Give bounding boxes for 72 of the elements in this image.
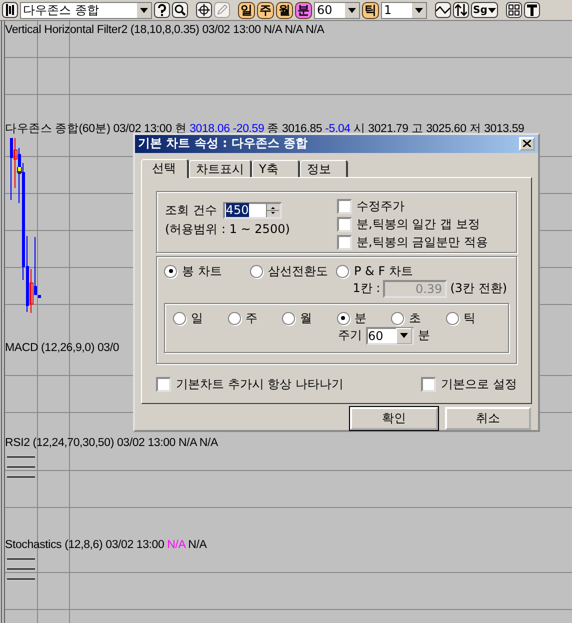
- dialog-title: 기본 차트 속성 : 다우존스 종합: [138, 135, 308, 152]
- symbol-dropdown[interactable]: 다우존스 종합: [20, 2, 152, 18]
- radio-button[interactable]: [173, 312, 186, 325]
- cycle-unit: 분: [418, 327, 430, 344]
- checkbox[interactable]: [336, 216, 352, 232]
- radio-label: 틱: [464, 310, 476, 327]
- radio-button[interactable]: [164, 264, 177, 278]
- crosshair-icon[interactable]: [196, 2, 212, 18]
- indicator-label: Vertical Horizontal Filter2 (18,10,8,0.35) 03/02 13:00 N/A N/A N/A: [5, 23, 324, 37]
- dropdown-arrow-icon: [348, 8, 356, 12]
- cancel-button[interactable]: 취소: [445, 406, 531, 430]
- radio-label: 주: [246, 310, 258, 327]
- up-down-arrows-icon[interactable]: [453, 2, 469, 18]
- radio-label: 분: [354, 310, 366, 327]
- help-icon[interactable]: [154, 2, 170, 18]
- radio-label: 일: [191, 310, 203, 327]
- checkbox-label: 분,틱봉의 금일분만 적용: [356, 234, 488, 251]
- period-button[interactable]: 분: [295, 2, 312, 18]
- interval-dropdown[interactable]: 60: [314, 2, 360, 18]
- radio-label: 삼선전환도: [268, 262, 328, 280]
- radio-label: 초: [409, 310, 421, 327]
- indicator-label: RSI2 (12,24,70,30,50) 03/02 13:00 N/A N/A: [5, 436, 218, 450]
- count-label: 조회 건수: [165, 202, 217, 219]
- radio-label: 월: [300, 310, 312, 327]
- indicator-label: Stochastics (12,8,6) 03/02 13:00 N/A N/A: [5, 538, 207, 552]
- tick-button[interactable]: 틱: [362, 2, 379, 18]
- tab[interactable]: 선택: [141, 158, 189, 178]
- radio-button[interactable]: [228, 312, 240, 325]
- dropdown-arrow-icon: [415, 8, 423, 12]
- tick-count-dropdown[interactable]: 1: [381, 2, 427, 18]
- radio-button[interactable]: [446, 312, 458, 325]
- radio-button[interactable]: [336, 312, 350, 325]
- legend-lines-icon: [7, 456, 35, 479]
- checkbox[interactable]: [336, 234, 352, 250]
- cycle-label: 주기: [338, 327, 362, 344]
- radio-button[interactable]: [336, 264, 349, 278]
- indicator-label: MACD (12,26,9,0) 03/0: [5, 341, 120, 355]
- candle-icon[interactable]: [2, 2, 18, 18]
- close-icon[interactable]: [519, 136, 535, 151]
- ok-button[interactable]: 확인: [350, 406, 438, 430]
- search-icon[interactable]: [172, 2, 188, 18]
- radio-button[interactable]: [250, 264, 263, 278]
- checkbox-label: 분,틱봉의 일간 갭 보정: [356, 216, 480, 233]
- radio-label: 봉 차트: [182, 262, 222, 280]
- checkbox-label: 기본차트 추가시 항상 나타나기: [176, 376, 344, 393]
- count-spinner[interactable]: 450: [222, 202, 282, 219]
- t-icon[interactable]: [524, 2, 540, 18]
- dropdown-arrow-icon: [488, 8, 496, 12]
- box-label: 1칸 :: [352, 280, 380, 298]
- radio-button[interactable]: [391, 312, 404, 325]
- signal-button[interactable]: Sg: [471, 2, 498, 18]
- radio-label: P & F 차트: [354, 262, 413, 280]
- dropdown-arrow-icon: [140, 8, 148, 12]
- tab[interactable]: 정보: [300, 160, 348, 177]
- radio-button[interactable]: [282, 312, 295, 325]
- period-button[interactable]: 주: [257, 2, 274, 18]
- checkbox[interactable]: [421, 376, 436, 392]
- checkbox-label: 기본으로 설정: [441, 376, 517, 393]
- period-button[interactable]: 월: [276, 2, 293, 18]
- checkbox-label: 수정주가: [356, 198, 405, 215]
- line-chart-icon[interactable]: [435, 2, 451, 18]
- checkbox[interactable]: [336, 198, 352, 214]
- grid-icon[interactable]: [506, 2, 522, 18]
- tab[interactable]: 차트표시: [189, 160, 252, 177]
- range-hint: (허용범위 : 1 ~ 2500): [165, 220, 290, 238]
- period-button[interactable]: 일: [238, 2, 255, 18]
- checkbox[interactable]: [156, 376, 171, 392]
- legend-lines-icon: [7, 558, 35, 581]
- tab[interactable]: Y축: [252, 160, 300, 177]
- box-note: (3칸 전환): [450, 280, 507, 298]
- dropdown-arrow-icon: [400, 333, 408, 338]
- cycle-dropdown[interactable]: 60: [366, 326, 414, 345]
